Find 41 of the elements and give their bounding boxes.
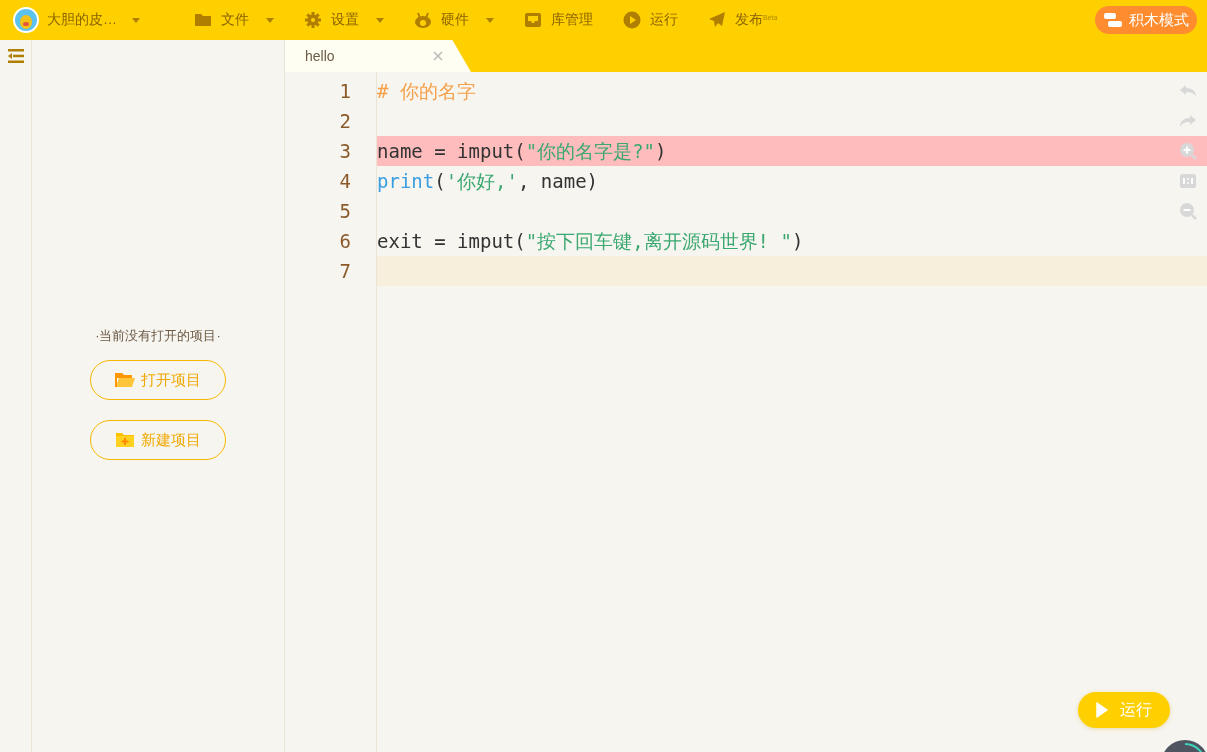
caret-icon [266, 17, 274, 23]
menu-item[interactable]: 运行 [613, 0, 688, 40]
code-line: # 你的名字 [377, 80, 476, 102]
menu-item[interactable]: 设置 [294, 0, 394, 40]
avatar-icon [12, 6, 40, 34]
code-line: print('你好,', name) [377, 170, 599, 192]
menu-item[interactable]: 硬件 [404, 0, 504, 40]
caret-icon [132, 17, 140, 23]
open-folder-icon [115, 372, 135, 388]
caret-icon [486, 17, 494, 23]
line-number: 2 [338, 109, 352, 134]
caret-icon [376, 17, 384, 23]
play-icon [623, 11, 641, 29]
close-icon[interactable] [433, 51, 443, 61]
code-line: name = imput("你的名字是?") [377, 140, 667, 162]
line-number: 3 [338, 139, 352, 164]
file-tab[interactable]: hello [285, 40, 471, 72]
line-number: 7 [338, 259, 352, 284]
profile-menu[interactable]: 大胆的皮… [12, 6, 172, 34]
line-number: 6 [338, 229, 352, 254]
blocks-icon [1104, 13, 1122, 27]
line-number: 5 [338, 199, 352, 224]
robot-icon [414, 11, 432, 29]
folder-plus-icon [115, 432, 135, 448]
block-mode-button[interactable]: 积木模式 [1095, 6, 1197, 34]
empty-message: ·当前没有打开的项目· [95, 327, 221, 345]
menu-item[interactable]: 发布$^{Beta}$ [698, 0, 788, 40]
paper-plane-icon [708, 11, 726, 29]
settings-icon [304, 11, 322, 29]
line-number: 1 [338, 79, 352, 104]
inbox-icon [524, 11, 542, 29]
menu-item[interactable]: 文件 [184, 0, 284, 40]
code-line: exit = imput("按下回车键,离开源码世界! ") [377, 230, 804, 252]
menu-item[interactable]: 库管理 [514, 0, 603, 40]
line-number: 4 [338, 169, 352, 194]
play-icon [1096, 702, 1108, 718]
collapse-menu-icon [7, 49, 24, 63]
actual-size-icon[interactable] [1179, 172, 1197, 190]
zoom-out-icon[interactable] [1179, 202, 1197, 220]
zoom-in-icon[interactable] [1179, 142, 1197, 160]
folder-icon [194, 11, 212, 29]
